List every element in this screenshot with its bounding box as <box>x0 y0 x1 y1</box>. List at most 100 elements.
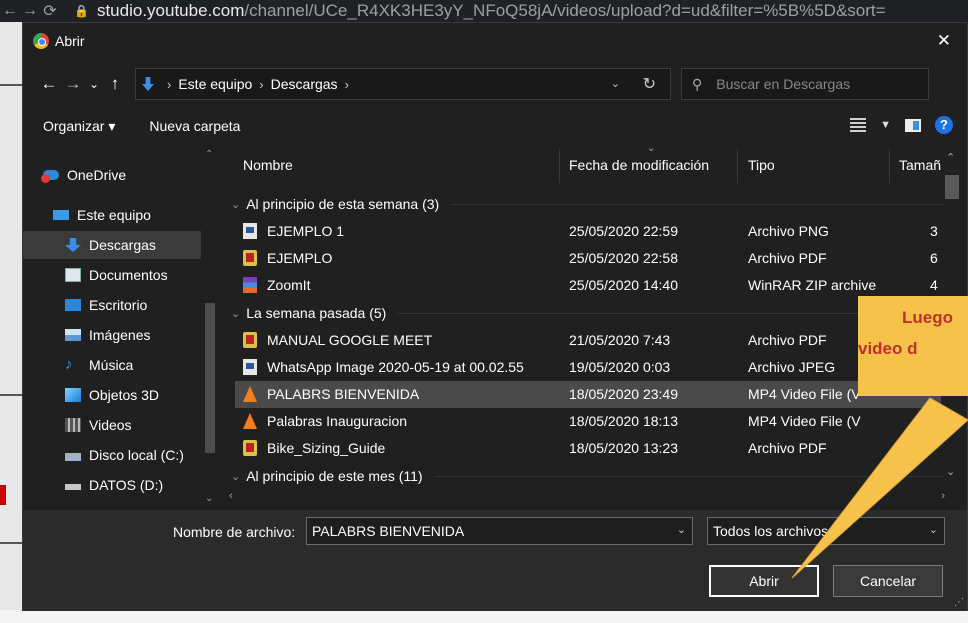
forward-icon[interactable]: → <box>61 74 85 94</box>
downloads-location-icon <box>142 77 154 91</box>
search-box[interactable]: ⚲ <box>681 68 929 100</box>
help-icon[interactable]: ? <box>935 116 953 134</box>
videos-icon <box>65 418 81 432</box>
resize-grip-icon[interactable]: ⋰ <box>954 597 964 608</box>
vlc-file-icon <box>243 386 257 402</box>
pdf-file-icon <box>243 332 257 348</box>
png-file-icon <box>243 223 257 239</box>
scroll-right-icon[interactable]: › <box>941 490 945 502</box>
organize-menu[interactable]: Organizar ▾ <box>43 118 115 135</box>
dialog-title: Abrir <box>55 33 85 49</box>
browser-forward-icon[interactable]: → <box>20 2 40 20</box>
winrar-zip-icon <box>243 277 257 293</box>
column-size[interactable]: Tamañ <box>899 157 941 173</box>
recent-locations-chevron-icon[interactable]: ⌄ <box>85 77 103 91</box>
documents-icon <box>65 268 81 282</box>
nav-item-documentos[interactable]: Documentos <box>23 261 201 289</box>
filename-dropdown-icon[interactable]: ⌄ <box>677 523 686 536</box>
nav-item-descargas[interactable]: Descargas <box>23 231 201 259</box>
scroll-up-icon[interactable]: ⌃ <box>205 149 213 160</box>
file-row[interactable]: EJEMPLO 1 25/05/2020 22:59 Archivo PNG 3 <box>235 218 941 245</box>
callout-line-2: video d <box>858 339 918 358</box>
back-icon[interactable]: ← <box>37 74 61 94</box>
open-button[interactable]: Abrir <box>709 565 819 597</box>
sort-indicator-icon: ⌄ <box>647 143 656 154</box>
nav-item-videos[interactable]: Videos <box>23 411 201 439</box>
computer-icon <box>53 210 69 220</box>
scroll-down-icon[interactable]: ⌄ <box>946 465 955 478</box>
background-page-bottom <box>0 610 968 623</box>
filename-input[interactable]: PALABRS BIENVENIDA ⌄ <box>306 517 693 545</box>
music-icon: ♪ <box>65 356 73 373</box>
drive-icon <box>65 484 81 490</box>
filename-label: Nombre de archivo: <box>173 524 296 540</box>
file-row[interactable]: Palabras Inauguracion 18/05/2020 18:13 M… <box>235 408 941 435</box>
file-row[interactable]: ZoomIt 25/05/2020 14:40 WinRAR ZIP archi… <box>235 272 941 299</box>
nav-item-onedrive[interactable]: OneDrive <box>23 161 201 189</box>
nav-item-datos[interactable]: DATOS (D:) <box>23 471 201 499</box>
callout-line-1: Luego <box>902 308 953 327</box>
close-icon[interactable]: ✕ <box>937 31 951 51</box>
file-list-scroll-thumb[interactable] <box>945 175 959 199</box>
group-header-last-week[interactable]: ⌄ La semana pasada (5) <box>229 300 953 326</box>
desktop-icon <box>65 299 81 311</box>
new-folder-button[interactable]: Nueva carpeta <box>149 118 240 134</box>
nav-item-objetos-3d[interactable]: Objetos 3D <box>23 381 201 409</box>
nav-item-musica[interactable]: ♪ Música <box>23 351 201 379</box>
file-row[interactable]: EJEMPLO 25/05/2020 22:58 Archivo PDF 6 <box>235 245 941 272</box>
column-header: Nombre ⌄ Fecha de modificación Tipo Tama… <box>229 143 953 183</box>
navigation-scrollbar[interactable]: ⌃ ⌄ <box>203 143 217 509</box>
browser-address-bar: ← → ⟳ 🔒 studio.youtube.com/channel/UCe_R… <box>0 0 968 22</box>
vlc-file-icon <box>243 413 257 429</box>
refresh-icon[interactable]: ↻ <box>643 74 656 94</box>
cancel-button[interactable]: Cancelar <box>833 565 943 597</box>
local-disk-icon <box>65 453 81 461</box>
view-options-chevron-icon[interactable]: ▼ <box>880 119 891 131</box>
browser-back-icon[interactable]: ← <box>0 2 20 20</box>
annotation-callout: Luego video d <box>858 296 968 396</box>
nav-item-disco-local[interactable]: Disco local (C:) <box>23 441 201 469</box>
nav-item-este-equipo[interactable]: Este equipo <box>23 201 201 229</box>
dialog-toolbar: Organizar ▾ Nueva carpeta ▼ ? <box>23 109 967 143</box>
nav-item-imagenes[interactable]: Imágenes <box>23 321 201 349</box>
breadcrumb-este-equipo[interactable]: Este equipo <box>178 76 252 92</box>
address-row: ← → ⌄ ↑ › Este equipo › Descargas › ⌄ ↻ … <box>23 59 967 109</box>
preview-pane-icon[interactable] <box>905 118 921 132</box>
jpeg-file-icon <box>243 359 257 375</box>
file-type-filter[interactable]: Todos los archivos ⌄ <box>707 517 945 545</box>
open-file-dialog: Abrir ✕ ← → ⌄ ↑ › Este equipo › Descarga… <box>22 22 968 611</box>
dialog-titlebar: Abrir ✕ <box>23 23 967 59</box>
column-name[interactable]: Nombre <box>243 157 293 173</box>
file-row[interactable]: MANUAL GOOGLE MEET 21/05/2020 7:43 Archi… <box>235 327 941 354</box>
browser-url[interactable]: studio.youtube.com/channel/UCe_R4XK3HE3y… <box>97 1 886 21</box>
background-page-left <box>0 22 22 623</box>
change-view-icon[interactable] <box>850 118 867 132</box>
file-row-selected[interactable]: PALABRS BIENVENIDA 18/05/2020 23:49 MP4 … <box>235 381 941 408</box>
group-header-this-week[interactable]: ⌄ Al principio de esta semana (3) <box>229 191 953 217</box>
search-input[interactable] <box>716 76 907 92</box>
address-box[interactable]: › Este equipo › Descargas › ⌄ ↻ <box>135 68 671 100</box>
lock-icon: 🔒 <box>74 4 89 18</box>
file-list-horizontal-scrollbar[interactable]: ‹ › <box>229 489 945 507</box>
collapse-chevron-icon: ⌄ <box>231 307 241 320</box>
file-list: Nombre ⌄ Fecha de modificación Tipo Tama… <box>229 143 953 509</box>
up-folder-icon[interactable]: ↑ <box>103 74 127 94</box>
breadcrumb-descargas[interactable]: Descargas <box>271 76 338 92</box>
browser-reload-icon[interactable]: ⟳ <box>40 1 60 21</box>
group-header-this-month[interactable]: ⌄ Al principio de este mes (11) <box>229 463 953 489</box>
column-date[interactable]: Fecha de modificación <box>569 157 709 173</box>
scroll-down-icon[interactable]: ⌄ <box>205 493 213 504</box>
file-row[interactable]: Bike_Sizing_Guide 18/05/2020 13:23 Archi… <box>235 435 941 462</box>
dialog-footer: Nombre de archivo: PALABRS BIENVENIDA ⌄ … <box>23 510 967 611</box>
scroll-up-icon[interactable]: ⌃ <box>946 151 955 164</box>
navigation-scroll-thumb[interactable] <box>205 303 215 453</box>
file-row[interactable]: WhatsApp Image 2020-05-19 at 00.02.55 19… <box>235 354 941 381</box>
downloads-icon <box>65 238 81 252</box>
objects3d-icon <box>65 388 81 402</box>
filter-dropdown-icon[interactable]: ⌄ <box>929 523 938 536</box>
address-dropdown-icon[interactable]: ⌄ <box>611 77 620 90</box>
pdf-file-icon <box>243 440 257 456</box>
column-type[interactable]: Tipo <box>748 157 775 173</box>
scroll-left-icon[interactable]: ‹ <box>229 490 233 502</box>
nav-item-escritorio[interactable]: Escritorio <box>23 291 201 319</box>
